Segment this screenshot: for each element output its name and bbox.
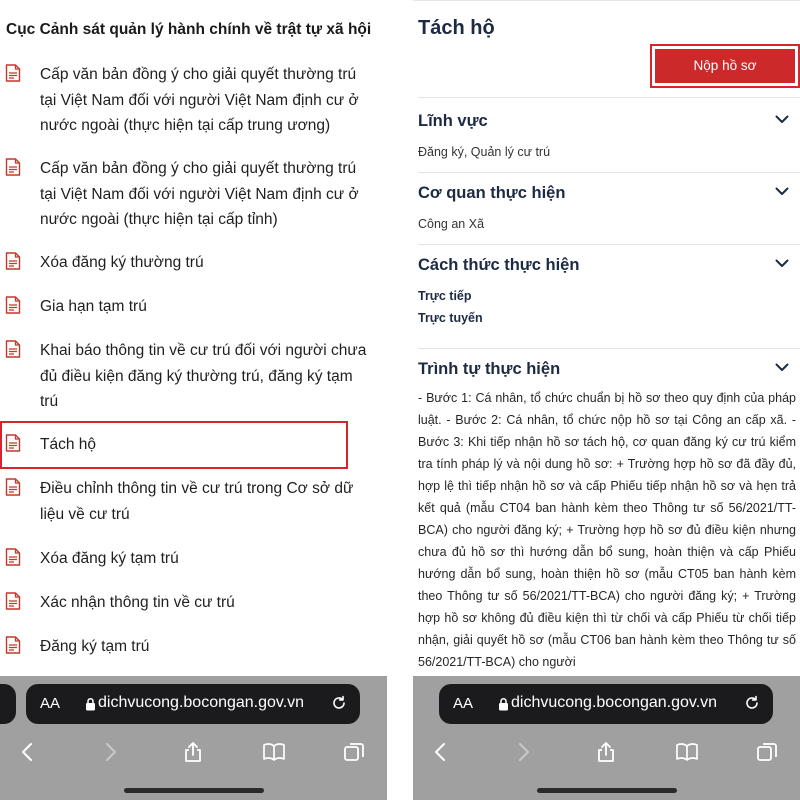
section-agency-value: Công an Xã — [418, 217, 485, 231]
tabs-icon[interactable] — [755, 740, 779, 764]
highlight-frame-tach-ho — [0, 421, 348, 469]
procedure-item-label: Gia hạn tạm trú — [40, 294, 380, 320]
section-method-title[interactable]: Cách thức thực hiện — [418, 256, 579, 275]
submit-application-button[interactable]: Nộp hồ sơ — [655, 49, 795, 83]
section-field-title[interactable]: Lĩnh vực — [418, 112, 488, 131]
document-icon — [5, 252, 21, 270]
section-divider — [418, 348, 800, 349]
procedure-item-line: Cấp văn bản đồng ý cho giải quyết thường… — [40, 160, 357, 177]
reload-icon[interactable] — [330, 694, 348, 712]
procedure-item-label: Cấp văn bản đồng ý cho giải quyết thường… — [40, 156, 380, 233]
procedure-item-label: Xác nhận thông tin về cư trú — [40, 590, 380, 616]
safari-toolbar: AA dichvucong.bocongan.gov.vn — [0, 676, 387, 800]
chevron-down-icon[interactable] — [775, 187, 789, 196]
url-text: dichvucong.bocongan.gov.vn — [98, 694, 305, 711]
document-icon — [5, 636, 21, 654]
home-indicator — [124, 788, 264, 793]
section-procedure-title[interactable]: Trình tự thực hiện — [418, 360, 560, 379]
forward-icon[interactable] — [98, 740, 122, 764]
section-divider — [418, 97, 800, 98]
procedure-item-line: Đăng ký tạm trú — [40, 638, 150, 655]
procedure-item-label: Xóa đăng ký thường trú — [40, 250, 380, 276]
adjacent-tab-peek[interactable] — [0, 684, 16, 724]
left-screenshot: Cục Cảnh sát quản lý hành chính về trật … — [0, 0, 387, 800]
address-bar[interactable]: AA dichvucong.bocongan.gov.vn — [439, 684, 773, 724]
share-icon[interactable] — [594, 740, 618, 764]
procedure-item-line: Điều chỉnh thông tin về cư trú trong Cơ … — [40, 480, 354, 497]
department-heading: Cục Cảnh sát quản lý hành chính về trật … — [6, 21, 372, 38]
method-online: Trực tuyến — [418, 311, 483, 325]
procedure-item-label: Xóa đăng ký tạm trú — [40, 546, 380, 572]
panel-gap — [387, 0, 413, 800]
procedure-item-line: Xóa đăng ký tạm trú — [40, 550, 179, 567]
back-icon[interactable] — [16, 740, 40, 764]
aa-label: AA — [40, 695, 61, 712]
procedure-item-label: Đăng ký tạm trú — [40, 634, 380, 660]
page-title: Tách hộ — [418, 17, 495, 39]
document-icon — [5, 592, 21, 610]
document-icon — [5, 478, 21, 496]
document-icon — [5, 548, 21, 566]
procedure-item-line: tại Việt Nam đối với người Việt Nam định… — [40, 185, 359, 203]
document-icon — [5, 296, 21, 314]
reader-settings-button[interactable]: AA — [453, 695, 473, 712]
back-icon[interactable] — [429, 740, 453, 764]
procedure-item-label: Cấp văn bản đồng ý cho giải quyết thường… — [40, 62, 380, 139]
procedure-item-label: Khai báo thông tin về cư trú đối với ngư… — [40, 338, 380, 415]
top-divider — [413, 0, 800, 3]
bookmarks-icon[interactable] — [262, 740, 286, 764]
procedure-item-line: Xác nhận thông tin về cư trú — [40, 594, 235, 611]
chevron-down-icon[interactable] — [775, 363, 789, 372]
aa-label: AA — [453, 695, 474, 712]
lock-icon — [499, 697, 508, 711]
address-bar[interactable]: AA dichvucong.bocongan.gov.vn — [26, 684, 360, 724]
safari-nav-row — [0, 732, 387, 772]
tabs-icon[interactable] — [342, 740, 366, 764]
procedure-item-line: Gia hạn tạm trú — [40, 298, 147, 315]
url-text: dichvucong.bocongan.gov.vn — [511, 694, 718, 711]
forward-icon[interactable] — [511, 740, 535, 764]
section-divider — [418, 172, 800, 173]
procedure-steps-text: - Bước 1: Cá nhân, tổ chức chuẩn bị hồ s… — [418, 391, 796, 669]
home-indicator — [537, 788, 677, 793]
reader-settings-button[interactable]: AA — [40, 695, 60, 712]
chevron-down-icon[interactable] — [775, 115, 789, 124]
procedure-item-line: tại Việt Nam đối với người Việt Nam định… — [40, 91, 359, 109]
share-icon[interactable] — [181, 740, 205, 764]
document-icon — [5, 158, 21, 176]
procedure-item-line: nước ngoài (thực hiện tại cấp trung ương… — [40, 117, 331, 134]
lock-icon — [86, 697, 95, 711]
procedure-item-line: liệu về cư trú — [40, 505, 130, 523]
section-agency-title[interactable]: Cơ quan thực hiện — [418, 184, 565, 203]
procedure-item-line: Cấp văn bản đồng ý cho giải quyết thường… — [40, 66, 357, 83]
procedure-item-line: nước ngoài (thực hiện tại cấp tỉnh) — [40, 211, 278, 228]
safari-nav-row — [413, 732, 800, 772]
bookmarks-icon[interactable] — [675, 740, 699, 764]
procedure-item-line: Xóa đăng ký thường trú — [40, 254, 204, 271]
document-icon — [5, 64, 21, 82]
reload-icon[interactable] — [743, 694, 761, 712]
procedure-item-label: Điều chỉnh thông tin về cư trú trong Cơ … — [40, 476, 380, 527]
procedure-item-line: Khai báo thông tin về cư trú đối với ngư… — [40, 342, 367, 359]
method-in-person: Trực tiếp — [418, 289, 472, 303]
section-field-value: Đăng ký, Quản lý cư trú — [418, 145, 551, 159]
right-screenshot: Tách hộ Nộp hồ sơ Lĩnh vực Đăng ký, Quản… — [413, 0, 800, 800]
safari-toolbar: AA dichvucong.bocongan.gov.vn — [413, 676, 800, 800]
document-icon — [5, 340, 21, 358]
chevron-down-icon[interactable] — [775, 259, 789, 268]
section-divider — [418, 244, 800, 245]
procedure-item-line: trú — [40, 393, 59, 410]
procedure-item-line: đủ điều kiện đăng ký thường trú, đăng ký… — [40, 367, 353, 385]
